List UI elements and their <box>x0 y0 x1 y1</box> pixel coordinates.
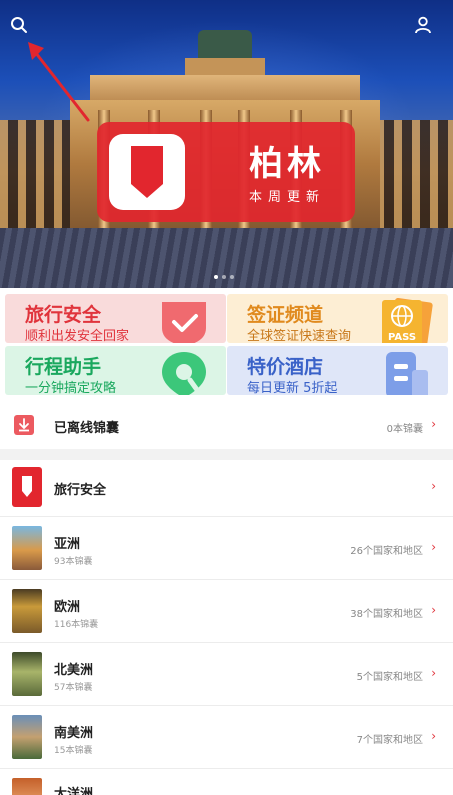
continent-guide-count: 116本锦囊 <box>54 620 99 630</box>
city-update-label: 本周更新 <box>248 190 325 205</box>
hero-banner[interactable]: 柏林 本周更新 <box>0 0 453 288</box>
continent-region-count: 38个国家和地区 <box>350 609 423 620</box>
map-pin-icon <box>162 352 206 395</box>
continent-name: 北美洲 <box>54 663 94 678</box>
continent-row-north-america[interactable]: 北美洲 57本锦囊 5个国家和地区 › <box>0 643 453 705</box>
chevron-right-icon: › <box>431 603 436 617</box>
service-discount-hotels[interactable]: 特价酒店 每日更新 5折起 <box>227 346 448 395</box>
annotation-arrow-icon <box>28 42 90 122</box>
chevron-right-icon: › <box>431 729 436 743</box>
hero-pavement <box>0 228 453 288</box>
guide-cover-thumbnail <box>12 715 42 759</box>
hero-colonnade-left <box>0 120 80 230</box>
continent-guide-count: 57本锦囊 <box>54 683 93 693</box>
offline-count: 0本锦囊 <box>386 424 423 435</box>
service-title: 特价酒店 <box>247 356 324 378</box>
offline-label: 已离线锦囊 <box>54 421 120 436</box>
carousel-dot[interactable] <box>214 275 218 279</box>
continent-row-oceania[interactable]: 大洋洲 <box>0 769 453 795</box>
continent-row-south-america[interactable]: 南美洲 15本锦囊 7个国家和地区 › <box>0 706 453 768</box>
continent-region-count: 7个国家和地区 <box>356 735 423 746</box>
continent-name: 南美洲 <box>54 726 94 741</box>
offline-guides-row[interactable]: 已离线锦囊 0本锦囊 › <box>0 401 453 449</box>
search-icon[interactable] <box>4 10 34 40</box>
carousel-dot[interactable] <box>222 275 226 279</box>
chevron-right-icon: › <box>431 666 436 680</box>
user-icon[interactable] <box>408 10 438 40</box>
city-name: 柏林 <box>249 144 325 184</box>
visa-badge-label: PASS <box>388 332 416 343</box>
continent-name: 大洋洲 <box>54 787 94 795</box>
service-subtitle: 顺利出发安全回家 <box>25 329 130 343</box>
chevron-right-icon: › <box>431 479 436 493</box>
guide-logo-icon <box>109 134 185 210</box>
travel-safety-row[interactable]: 旅行安全 › <box>0 460 453 516</box>
service-subtitle: 一分钟搞定攻略 <box>25 381 117 395</box>
service-title: 签证频道 <box>247 304 324 326</box>
carousel-dots <box>214 275 234 279</box>
service-subtitle: 每日更新 5折起 <box>247 381 338 395</box>
continent-name: 欧洲 <box>54 600 81 615</box>
continent-row-asia[interactable]: 亚洲 93本锦囊 26个国家和地区 › <box>0 517 453 579</box>
continent-name: 亚洲 <box>54 537 81 552</box>
service-grid: 旅行安全 顺利出发安全回家 签证频道 全球签证快速查询 PASS 行程助手 一分… <box>0 288 453 401</box>
safety-label: 旅行安全 <box>54 483 107 498</box>
continent-guide-count: 15本锦囊 <box>54 746 93 756</box>
service-visa-channel[interactable]: 签证频道 全球签证快速查询 PASS <box>227 294 448 343</box>
chevron-right-icon: › <box>431 540 436 554</box>
city-guide-card[interactable]: 柏林 本周更新 <box>97 122 355 222</box>
service-subtitle: 全球签证快速查询 <box>247 329 352 343</box>
service-trip-assistant[interactable]: 行程助手 一分钟搞定攻略 <box>5 346 226 395</box>
chevron-right-icon: › <box>431 417 436 431</box>
guide-cover-thumbnail <box>12 526 42 570</box>
continent-region-count: 5个国家和地区 <box>356 672 423 683</box>
continent-row-europe[interactable]: 欧洲 116本锦囊 38个国家和地区 › <box>0 580 453 642</box>
guide-cover-thumbnail <box>12 589 42 633</box>
guide-cover-thumbnail <box>12 652 42 696</box>
service-title: 行程助手 <box>25 356 102 378</box>
continent-guide-count: 93本锦囊 <box>54 557 93 567</box>
service-title: 旅行安全 <box>25 304 102 326</box>
service-travel-safety[interactable]: 旅行安全 顺利出发安全回家 <box>5 294 226 343</box>
shield-check-icon <box>162 302 206 343</box>
passport-icon: PASS <box>382 298 433 343</box>
carousel-dot[interactable] <box>230 275 234 279</box>
download-icon <box>14 415 34 435</box>
continent-region-count: 26个国家和地区 <box>350 546 423 557</box>
hotel-building-icon <box>386 352 428 395</box>
guide-cover-thumbnail <box>12 778 42 795</box>
guide-logo-icon <box>12 467 42 507</box>
